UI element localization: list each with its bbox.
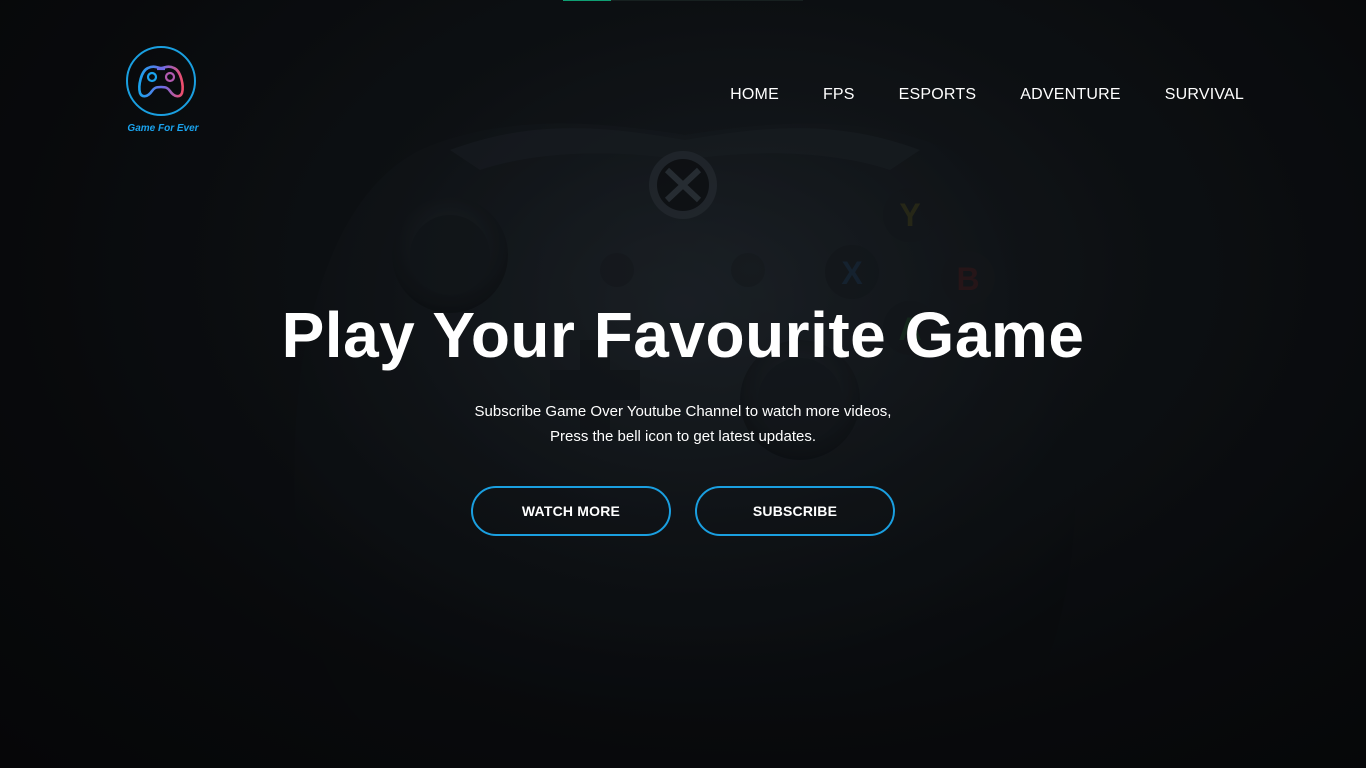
- hero-subtitle-line-2: Press the bell icon to get latest update…: [550, 428, 816, 445]
- gamepad-icon: [138, 65, 184, 98]
- brand-logo[interactable]: Game For Ever: [125, 46, 205, 134]
- hero-subtitle: Subscribe Game Over Youtube Channel to w…: [0, 399, 1366, 449]
- logo-circle: [126, 46, 196, 116]
- hero-buttons: WATCH MORE SUBSCRIBE: [471, 486, 895, 536]
- hero-section: Y X B A Game For Ever HOME FPS ESPORTS A…: [0, 0, 1366, 768]
- main-navigation: HOME FPS ESPORTS ADVENTURE SURVIVAL: [686, 86, 1244, 104]
- watch-more-button[interactable]: WATCH MORE: [471, 486, 671, 536]
- hero-subtitle-line-1: Subscribe Game Over Youtube Channel to w…: [474, 403, 892, 420]
- nav-esports[interactable]: ESPORTS: [899, 86, 977, 104]
- nav-adventure[interactable]: ADVENTURE: [1020, 86, 1120, 104]
- nav-survival[interactable]: SURVIVAL: [1165, 86, 1244, 104]
- nav-fps[interactable]: FPS: [823, 86, 855, 104]
- nav-home[interactable]: HOME: [730, 86, 779, 104]
- brand-name: Game For Ever: [127, 123, 199, 134]
- hero-title: Play Your Favourite Game: [281, 299, 1085, 371]
- subscribe-button[interactable]: SUBSCRIBE: [695, 486, 895, 536]
